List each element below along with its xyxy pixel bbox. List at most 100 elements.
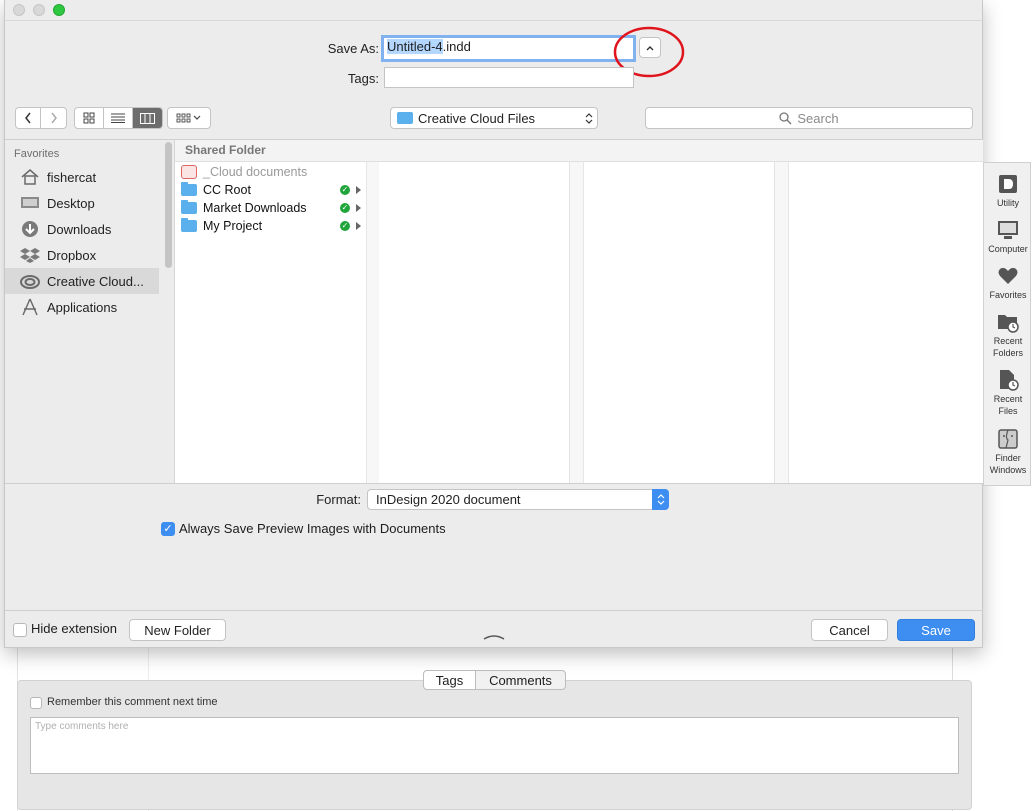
tab-comments[interactable]: Comments [475, 670, 566, 690]
format-select[interactable]: InDesign 2020 document [367, 489, 669, 510]
gallery-group-icon [176, 113, 201, 123]
save-as-label: Save As: [327, 41, 379, 56]
search-icon [779, 111, 792, 124]
format-select-stepper [652, 489, 669, 510]
chevron-right-icon [50, 112, 57, 124]
forward-button[interactable] [41, 108, 66, 128]
folder-icon [181, 182, 197, 196]
tags-label: Tags: [347, 71, 379, 86]
cancel-button[interactable]: Cancel [811, 619, 888, 641]
sidebar-section-favorites: Favorites [14, 148, 60, 160]
browser-column-4 [789, 162, 983, 483]
new-folder-button[interactable]: New Folder [129, 619, 226, 641]
icon-view-button[interactable] [75, 108, 104, 128]
location-popup[interactable]: Creative Cloud Files [390, 107, 598, 129]
sidebar-item-label: Downloads [47, 221, 112, 237]
column-resize-handle[interactable] [570, 162, 584, 483]
sidebar: Favorites fishercat Desktop Downloads Dr… [5, 140, 175, 483]
recent-folder-icon [998, 315, 1019, 333]
collapse-handle-icon[interactable] [483, 633, 505, 641]
sidebar-item-dropbox[interactable]: Dropbox [5, 242, 159, 268]
synced-check-icon: ✓ [340, 203, 350, 213]
grid-icon [83, 112, 95, 124]
item-label: CC Root [203, 183, 251, 197]
location-side-panel: Utility Computer Favorites Recent Folder… [983, 162, 1031, 486]
tab-tags[interactable]: Tags [423, 670, 476, 690]
disclosure-arrow-icon [356, 222, 361, 230]
filename-extension: .indd [442, 39, 471, 54]
hide-extension-label: Hide extension [31, 621, 117, 636]
computer-icon [998, 221, 1018, 239]
view-mode-selector [74, 107, 163, 129]
back-button[interactable] [16, 108, 41, 128]
location-label: Creative Cloud Files [418, 110, 536, 126]
columns-icon [140, 112, 155, 124]
list-item[interactable]: CC Root ✓ [175, 181, 365, 199]
tags-input[interactable] [384, 67, 634, 88]
sidebar-item-label: Applications [47, 299, 118, 315]
search-field[interactable]: Search [645, 107, 973, 129]
panel-item-label: Finder Windows [989, 453, 1027, 475]
browser-column-3 [584, 162, 775, 483]
panel-item-utility[interactable]: Utility [984, 173, 1032, 209]
sidebar-item-label: fishercat [47, 169, 97, 185]
column-resize-handle[interactable] [366, 162, 379, 483]
list-item[interactable]: My Project ✓ [175, 217, 365, 235]
recent-file-icon [1000, 370, 1019, 391]
format-value: InDesign 2020 document [376, 492, 521, 507]
updown-chevron-icon [585, 113, 593, 124]
search-placeholder: Search [797, 110, 839, 126]
browser-column-2 [379, 162, 570, 483]
utility-icon [999, 175, 1017, 193]
creative-cloud-icon [20, 275, 40, 289]
comments-textarea[interactable]: Type comments here [30, 717, 959, 774]
updown-chevron-icon [657, 494, 664, 505]
folder-icon [181, 200, 197, 214]
cc-document-icon [181, 165, 197, 179]
sidebar-item-creative-cloud[interactable]: Creative Cloud... [5, 268, 159, 294]
downloads-icon [22, 221, 38, 237]
hide-extension-checkbox[interactable] [13, 623, 27, 637]
preview-images-checkbox[interactable]: ✓ [161, 522, 175, 536]
save-button[interactable]: Save [897, 619, 975, 641]
sidebar-scrollbar[interactable] [165, 142, 172, 268]
remember-comment-label: Remember this comment next time [47, 696, 218, 708]
group-options-button[interactable] [167, 107, 211, 129]
zoom-window-button[interactable] [53, 4, 65, 16]
column-view-button[interactable] [133, 108, 162, 128]
synced-check-icon: ✓ [340, 185, 350, 195]
panel-item-computer[interactable]: Computer [984, 219, 1032, 255]
panel-item-recent-folders[interactable]: Recent Folders [984, 311, 1032, 359]
desktop-icon [21, 197, 39, 208]
sidebar-item-label: Creative Cloud... [47, 273, 144, 289]
browser-column-1: _Cloud documents CC Root ✓ Market Downlo… [175, 162, 379, 483]
list-item[interactable]: _Cloud documents [175, 163, 365, 181]
list-item[interactable]: Market Downloads ✓ [175, 199, 365, 217]
sidebar-item-downloads[interactable]: Downloads [5, 216, 159, 242]
sidebar-item-applications[interactable]: Applications [5, 294, 159, 320]
panel-item-favorites[interactable]: Favorites [984, 265, 1032, 301]
close-window-button[interactable] [13, 4, 25, 16]
list-view-button[interactable] [104, 108, 133, 128]
panel-item-label: Favorites [989, 290, 1027, 300]
footer-divider [5, 610, 983, 611]
panel-item-label: Computer [988, 244, 1028, 254]
panel-item-finder-windows[interactable]: Finder Windows [984, 428, 1032, 476]
column-browser: Shared Folder _Cloud documents CC Root ✓… [175, 140, 983, 483]
sidebar-item-fishercat[interactable]: fishercat [5, 164, 159, 190]
disclosure-arrow-icon [356, 186, 361, 194]
column-resize-handle[interactable] [775, 162, 789, 483]
sidebar-item-label: Desktop [47, 195, 95, 211]
browser-divider [5, 483, 983, 484]
heart-icon [998, 267, 1018, 284]
minimize-window-button[interactable] [33, 4, 45, 16]
remember-comment-checkbox[interactable] [30, 697, 42, 709]
item-label: My Project [203, 219, 263, 233]
folder-icon [181, 218, 197, 232]
folder-icon [397, 112, 413, 124]
sidebar-item-label: Dropbox [47, 247, 97, 263]
sidebar-item-desktop[interactable]: Desktop [5, 190, 159, 216]
shared-folder-header: Shared Folder [175, 140, 983, 162]
panel-item-recent-files[interactable]: Recent Files [984, 369, 1032, 417]
filename-input[interactable]: Untitled-4.indd [381, 35, 636, 62]
